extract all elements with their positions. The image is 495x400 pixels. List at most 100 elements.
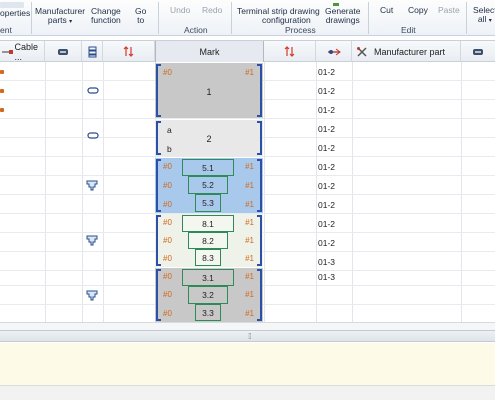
row-code: 01-3 <box>318 272 336 282</box>
bracket-right <box>257 215 262 266</box>
group-separator <box>31 2 32 34</box>
generate-drawings-button[interactable]: Generate drawings <box>325 3 360 25</box>
terminal-strip-drawing-button[interactable]: Terminal strip drawing configuration <box>237 5 320 25</box>
level-tag-left: #0 <box>163 290 172 299</box>
column-level[interactable] <box>82 41 103 62</box>
cable-plug-icon <box>0 108 4 112</box>
row-code: 01-3 <box>318 257 336 267</box>
ribbon-toolbar: operties Manufacturer parts ▾ Change fun… <box>0 0 495 36</box>
panel-splitter[interactable]: ⁞⁞ <box>0 330 495 342</box>
column-manufacturer-part-label: Manufacturer part <box>374 46 446 57</box>
row-code: 01-2 <box>318 181 336 191</box>
undo-label: Undo <box>170 5 191 15</box>
column-extra[interactable] <box>461 41 495 62</box>
cable-icon <box>2 49 13 54</box>
column-connector[interactable] <box>45 41 82 62</box>
redo-button[interactable]: Redo <box>202 6 222 15</box>
column-manufacturer-part[interactable]: Manufacturer part <box>352 41 461 62</box>
terminal-label: 5.3 <box>202 198 214 208</box>
level-tag-left: #0 <box>163 272 172 281</box>
column-cable-label: Cable ... <box>14 41 39 62</box>
mark-group-3[interactable]: #0 #1 #0 #1 #0 #1 3.1 3.2 3.3 <box>155 268 263 322</box>
link-icon <box>87 132 99 139</box>
multi-level-terminal-icon <box>86 180 98 191</box>
cut-button[interactable]: Cut <box>380 6 393 15</box>
level-tag-right: #1 <box>245 309 254 318</box>
row-code: 01-2 <box>318 67 336 77</box>
mark-group-1[interactable]: #0 #1 1 <box>155 63 263 118</box>
group-label-process: Process <box>285 25 316 35</box>
level-tag-left: #0 <box>163 68 172 77</box>
row-code: 01-2 <box>318 143 336 153</box>
terminal-label: 3.1 <box>202 272 214 283</box>
go-to-button[interactable]: Go to <box>135 5 146 25</box>
multi-level-terminal-icon <box>86 290 98 301</box>
terminal-grid: 01-2 01-2 01-2 01-2 01-2 01-2 01-2 01-2 … <box>0 62 495 322</box>
terminal-level-2[interactable]: 3.2 <box>188 286 228 304</box>
group-label-action: Action <box>184 25 208 35</box>
level-tag-left: #0 <box>163 200 172 209</box>
terminal-level-3[interactable]: 3.3 <box>195 304 221 321</box>
row-code: 01-2 <box>318 124 336 134</box>
paste-label: Paste <box>438 5 460 15</box>
multi-level-terminal-icon <box>86 235 98 246</box>
row-code: 01-2 <box>318 200 336 210</box>
terminal-level-1[interactable]: 5.1 <box>182 159 234 176</box>
horizontal-scrollbar[interactable] <box>0 322 495 330</box>
terminal-level-3[interactable]: 5.3 <box>195 194 221 212</box>
dropdown-caret-icon: ▾ <box>488 18 492 24</box>
terminal-level-3[interactable]: 8.3 <box>195 249 221 266</box>
undo-button[interactable]: Undo <box>170 6 190 15</box>
paste-button[interactable]: Paste <box>438 6 460 15</box>
level-stack-icon <box>88 46 96 57</box>
grid-header: Cable ... Mark Manufacturer part <box>0 40 495 62</box>
terminal-label: 3.3 <box>202 307 214 318</box>
level-tag-right: #1 <box>245 290 254 299</box>
copy-button[interactable]: Copy <box>408 6 428 15</box>
bracket-left <box>156 269 161 321</box>
cable-plug-icon <box>0 70 4 74</box>
level-tag-right: #1 <box>245 162 254 171</box>
dropdown-caret-icon: ▾ <box>69 19 73 25</box>
terminal-label: 5.1 <box>202 162 214 173</box>
connector-icon <box>473 48 483 55</box>
column-bridge[interactable] <box>316 41 352 62</box>
level-tag-right: #1 <box>245 68 254 77</box>
row-code: 01-2 <box>318 238 336 248</box>
mark-group-5[interactable]: #0 #1 #0 #1 #0 #1 5.1 5.2 5.3 <box>155 158 263 213</box>
bracket-left <box>156 159 161 212</box>
manufacturer-parts-button[interactable]: Manufacturer parts ▾ <box>35 5 85 27</box>
level-tag-left: #0 <box>163 181 172 190</box>
sub-mark-b: b <box>167 144 172 154</box>
column-cable[interactable]: Cable ... <box>0 41 45 62</box>
terminal-level-2[interactable]: 8.2 <box>188 232 228 249</box>
column-sort-1[interactable] <box>103 41 155 62</box>
cut-label: Cut <box>380 5 394 15</box>
column-mark[interactable]: Mark <box>155 41 264 62</box>
connector-icon <box>58 48 68 55</box>
generate-drawings-label-2: drawings <box>325 15 360 25</box>
mark-group-2[interactable]: a b 2 <box>155 120 263 156</box>
mark-label: 2 <box>206 134 212 144</box>
manufacturer-parts-label-2: parts <box>47 15 67 25</box>
preview-panel <box>0 343 495 385</box>
group-separator <box>368 2 369 34</box>
properties-button[interactable]: operties <box>0 2 30 18</box>
terminal-label: 8.1 <box>202 218 214 229</box>
select-all-button[interactable]: Select all ▾ <box>473 6 495 26</box>
level-tag-right: #1 <box>245 218 254 227</box>
row-code: 01-2 <box>318 105 336 115</box>
group-label-edit: Edit <box>401 25 416 35</box>
terminal-label: 8.2 <box>202 235 214 246</box>
row-code: 01-2 <box>318 219 336 229</box>
group-separator <box>466 2 467 34</box>
terminal-level-2[interactable]: 5.2 <box>188 176 228 194</box>
bracket-left <box>156 215 161 266</box>
column-mark-label: Mark <box>199 46 220 57</box>
terminal-level-1[interactable]: 8.1 <box>182 215 234 232</box>
column-sort-2[interactable] <box>264 41 316 62</box>
terminal-level-1[interactable]: 3.1 <box>182 269 234 286</box>
change-function-button[interactable]: Change function <box>91 5 121 25</box>
level-tag-left: #0 <box>163 162 172 171</box>
mark-group-8[interactable]: #0 #1 #0 #1 #0 #1 8.1 8.2 8.3 <box>155 214 263 267</box>
